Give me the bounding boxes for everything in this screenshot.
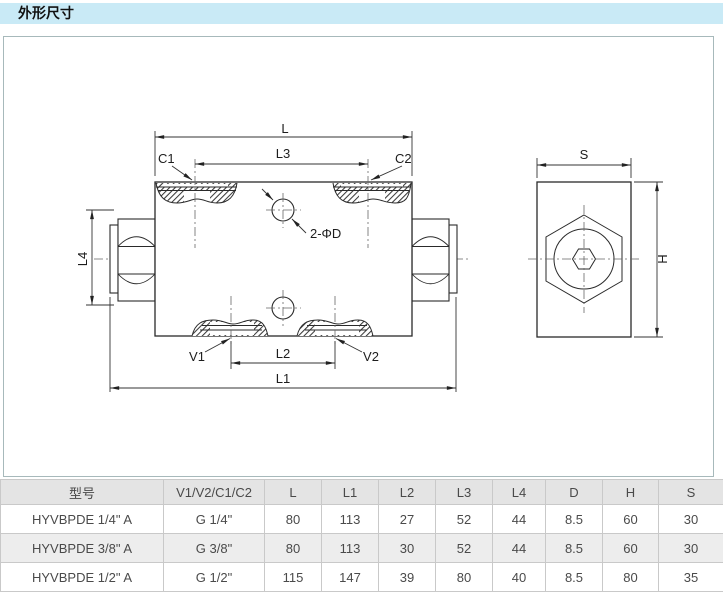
cell-l1: 113 bbox=[322, 534, 379, 563]
col-header-l: L bbox=[265, 480, 322, 505]
col-header-l1: L1 bbox=[322, 480, 379, 505]
right-hex-plug bbox=[412, 219, 457, 301]
cell-l4: 44 bbox=[493, 505, 546, 534]
cell-s: 30 bbox=[659, 505, 723, 534]
dim-label-S: S bbox=[580, 147, 589, 162]
table-row: HYVBPDE 1/4" A G 1/4" 80 113 27 52 44 8.… bbox=[1, 505, 723, 534]
cell-model: HYVBPDE 1/4" A bbox=[1, 505, 164, 534]
cell-d: 8.5 bbox=[546, 534, 603, 563]
port-label-V2: V2 bbox=[363, 349, 379, 364]
dim-label-L: L bbox=[281, 121, 288, 136]
col-header-l4: L4 bbox=[493, 480, 546, 505]
col-header-ports: V1/V2/C1/C2 bbox=[164, 480, 265, 505]
cell-ports: G 1/4" bbox=[164, 505, 265, 534]
cell-l1: 113 bbox=[322, 505, 379, 534]
col-header-l3: L3 bbox=[436, 480, 493, 505]
port-c1 bbox=[156, 183, 237, 203]
cell-h: 80 bbox=[603, 563, 659, 592]
side-view: S H bbox=[528, 147, 670, 337]
col-header-h: H bbox=[603, 480, 659, 505]
cell-d: 8.5 bbox=[546, 563, 603, 592]
col-header-s: S bbox=[659, 480, 723, 505]
col-header-l2: L2 bbox=[379, 480, 436, 505]
col-header-model: 型号 bbox=[1, 480, 164, 505]
cell-l4: 44 bbox=[493, 534, 546, 563]
cell-model: HYVBPDE 1/2" A bbox=[1, 563, 164, 592]
port-v1 bbox=[192, 320, 268, 336]
table-row: HYVBPDE 3/8" A G 3/8" 80 113 30 52 44 8.… bbox=[1, 534, 723, 563]
cell-l1: 147 bbox=[322, 563, 379, 592]
hole-callout-label: 2-ΦD bbox=[310, 226, 341, 241]
front-view: L L3 C1 C2 2-ΦD L4 V1 bbox=[75, 121, 470, 392]
cell-model: HYVBPDE 3/8" A bbox=[1, 534, 164, 563]
cell-l: 115 bbox=[265, 563, 322, 592]
dim-label-H: H bbox=[655, 254, 670, 263]
cell-l2: 39 bbox=[379, 563, 436, 592]
dim-label-L2: L2 bbox=[276, 346, 290, 361]
page-title: 外形尺寸 bbox=[0, 3, 723, 24]
port-c2 bbox=[333, 183, 411, 203]
dimensions-table: 型号 V1/V2/C1/C2 L L1 L2 L3 L4 D H S HYVBP… bbox=[0, 479, 723, 592]
cell-h: 60 bbox=[603, 505, 659, 534]
technical-drawing: L L3 C1 C2 2-ΦD L4 V1 bbox=[4, 37, 713, 476]
cell-l3: 80 bbox=[436, 563, 493, 592]
dim-label-L4: L4 bbox=[75, 252, 90, 266]
dim-label-L3: L3 bbox=[276, 146, 290, 161]
dim-label-L1: L1 bbox=[276, 371, 290, 386]
cell-l: 80 bbox=[265, 534, 322, 563]
table-row: HYVBPDE 1/2" A G 1/2" 115 147 39 80 40 8… bbox=[1, 563, 723, 592]
cell-d: 8.5 bbox=[546, 505, 603, 534]
col-header-d: D bbox=[546, 480, 603, 505]
table-header-row: 型号 V1/V2/C1/C2 L L1 L2 L3 L4 D H S bbox=[1, 480, 723, 505]
cell-s: 30 bbox=[659, 534, 723, 563]
port-label-C1: C1 bbox=[158, 151, 175, 166]
cell-l4: 40 bbox=[493, 563, 546, 592]
cell-l3: 52 bbox=[436, 505, 493, 534]
cell-ports: G 1/2" bbox=[164, 563, 265, 592]
cell-l2: 27 bbox=[379, 505, 436, 534]
cell-l: 80 bbox=[265, 505, 322, 534]
cell-s: 35 bbox=[659, 563, 723, 592]
cell-l3: 52 bbox=[436, 534, 493, 563]
cell-l2: 30 bbox=[379, 534, 436, 563]
drawing-panel: L L3 C1 C2 2-ΦD L4 V1 bbox=[3, 36, 714, 477]
port-label-C2: C2 bbox=[395, 151, 412, 166]
cell-ports: G 3/8" bbox=[164, 534, 265, 563]
left-hex-plug bbox=[110, 219, 155, 301]
port-label-V1: V1 bbox=[189, 349, 205, 364]
cell-h: 60 bbox=[603, 534, 659, 563]
